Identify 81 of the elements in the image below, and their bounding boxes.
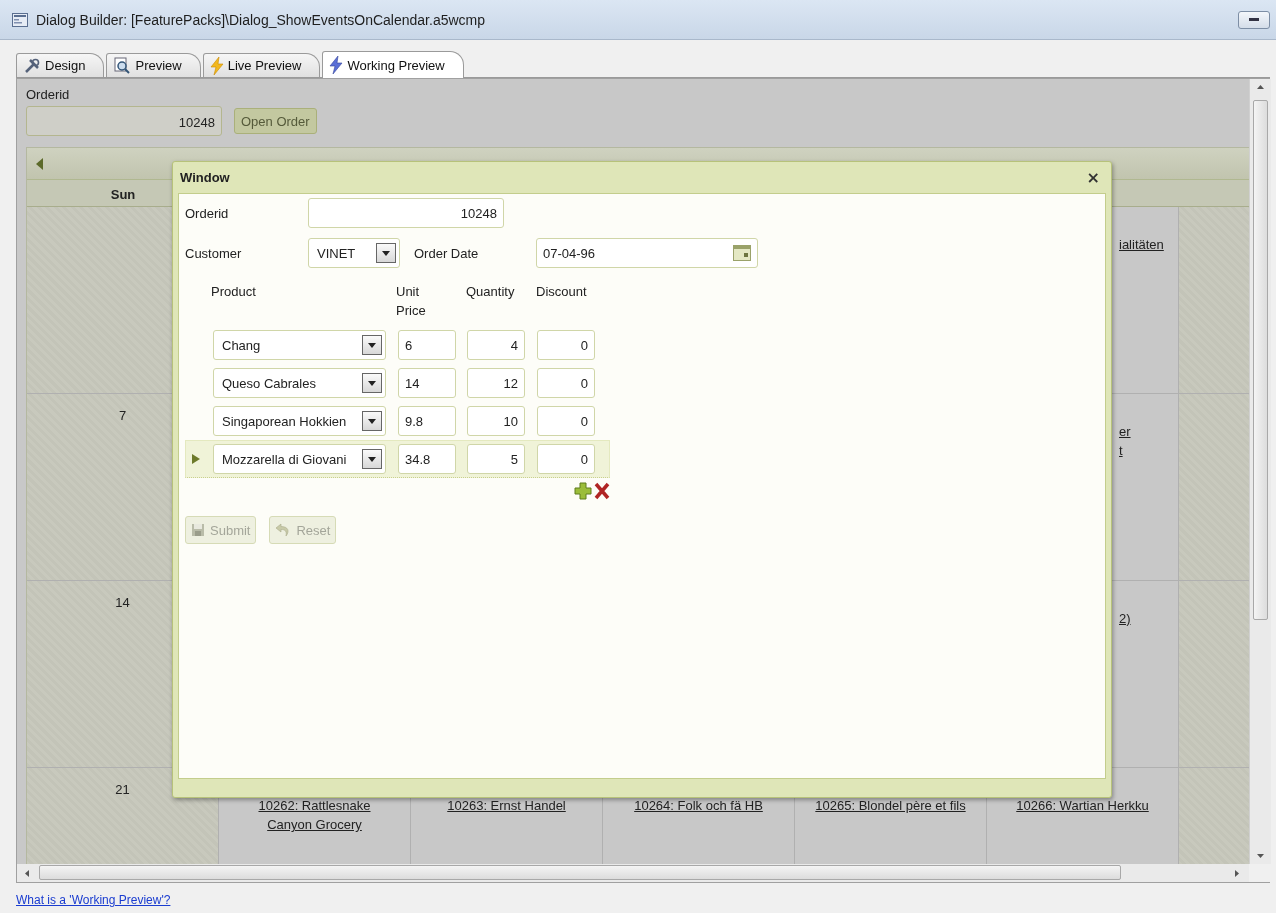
caret-icon — [368, 342, 376, 348]
field-label: Orderid — [26, 87, 71, 102]
unit-price-field[interactable]: 9.8 — [398, 406, 456, 436]
discount-field[interactable]: 0 — [537, 368, 595, 398]
row-marker-icon — [192, 454, 200, 464]
scroll-left-arrow-icon[interactable] — [25, 870, 29, 877]
dialog-title: Window — [180, 170, 230, 185]
scroll-down-arrow-icon[interactable] — [1257, 854, 1264, 858]
caret-icon — [368, 418, 376, 424]
discount-field[interactable]: 0 — [537, 406, 595, 436]
scrollbar-thumb[interactable] — [39, 865, 1121, 880]
discount-field[interactable]: 0 — [537, 444, 595, 474]
event-link[interactable]: 2) — [1119, 609, 1131, 628]
field-label: Order Date — [414, 245, 480, 261]
caret-icon — [368, 456, 376, 462]
quantity-field[interactable]: 5 — [467, 444, 525, 474]
close-button[interactable]: × — [1086, 169, 1100, 186]
order-date-field[interactable]: 07-04-96 — [536, 238, 758, 268]
day-header: Sun — [109, 186, 137, 204]
orderid-field[interactable]: 10248 — [308, 198, 504, 228]
minimize-icon — [1249, 18, 1259, 21]
scrollbar-corner — [1249, 864, 1271, 882]
tools-icon — [23, 56, 41, 75]
quantity-field[interactable]: 10 — [467, 406, 525, 436]
discount-field[interactable]: 0 — [537, 330, 595, 360]
calendar-icon[interactable] — [733, 245, 751, 261]
magnifier-icon — [113, 56, 132, 75]
dropdown-button[interactable] — [362, 335, 382, 355]
event-link[interactable]: ialitäten — [1119, 235, 1164, 254]
field-label: Orderid — [185, 205, 230, 221]
delete-icon[interactable] — [594, 482, 610, 500]
tab[interactable]: Preview — [106, 53, 201, 77]
product-select[interactable]: Singaporean Hokkien — [213, 406, 386, 436]
event-link[interactable]: 10264: Folk och fä HB — [634, 796, 763, 815]
scroll-right-arrow-icon[interactable] — [1235, 870, 1239, 877]
dropdown-button[interactable] — [362, 373, 382, 393]
event-link[interactable]: 10266: Wartian Herkku — [1016, 796, 1149, 815]
product-select[interactable]: Chang — [213, 330, 386, 360]
help-link[interactable]: What is a 'Working Preview'? — [16, 893, 171, 907]
column-header: Unit Price — [396, 283, 427, 320]
lightning-icon — [329, 56, 344, 74]
column-header: Discount — [536, 283, 588, 301]
open-order-button[interactable]: Open Order — [234, 108, 317, 134]
dropdown-button[interactable] — [376, 243, 396, 263]
lightning-icon — [209, 56, 224, 75]
quantity-field[interactable]: 4 — [467, 330, 525, 360]
tab[interactable]: Live Preview — [202, 53, 321, 77]
day-number: 21 — [115, 782, 130, 797]
event-link[interactable]: er t — [1119, 422, 1131, 460]
event-link[interactable]: 10265: Blondel père et fils — [815, 796, 966, 815]
unit-price-field[interactable]: 34.8 — [398, 444, 456, 474]
undo-arrow-icon — [275, 522, 292, 538]
add-icon[interactable] — [574, 482, 592, 500]
window-icon — [12, 12, 28, 27]
column-header: Quantity — [466, 283, 516, 301]
product-select[interactable]: Mozzarella di Giovani — [213, 444, 386, 474]
previous-arrow-icon[interactable] — [36, 157, 43, 170]
orderid-field[interactable]: 10248 — [26, 106, 222, 136]
tab[interactable]: Design — [16, 53, 105, 77]
event-link[interactable]: 10263: Ernst Handel — [447, 796, 566, 815]
event-link[interactable]: 10262: Rattlesnake Canyon Grocery — [258, 796, 371, 834]
product-select[interactable]: Queso Cabrales — [213, 368, 386, 398]
vertical-scrollbar[interactable] — [1249, 79, 1271, 864]
column-header: Product — [211, 283, 257, 301]
tab[interactable]: Working Preview — [322, 51, 464, 78]
field-label: Customer — [185, 245, 243, 261]
customer-select[interactable]: VINET — [308, 238, 400, 268]
caret-icon — [368, 380, 376, 386]
dropdown-button[interactable] — [362, 411, 382, 431]
horizontal-scrollbar[interactable] — [17, 864, 1249, 882]
window-title: Dialog Builder: [FeaturePacks]\Dialog_ShowEventsOnCalendar.a5wcmp — [36, 11, 486, 28]
quantity-field[interactable]: 12 — [467, 368, 525, 398]
unit-price-field[interactable]: 14 — [398, 368, 456, 398]
scroll-up-arrow-icon[interactable] — [1257, 85, 1264, 89]
scrollbar-thumb[interactable] — [1253, 100, 1268, 620]
caret-icon — [382, 250, 390, 256]
day-number: 14 — [115, 595, 130, 610]
day-number: 7 — [118, 408, 127, 423]
unit-price-field[interactable]: 6 — [398, 330, 456, 360]
dropdown-button[interactable] — [362, 449, 382, 469]
minimize-button[interactable] — [1238, 10, 1270, 29]
